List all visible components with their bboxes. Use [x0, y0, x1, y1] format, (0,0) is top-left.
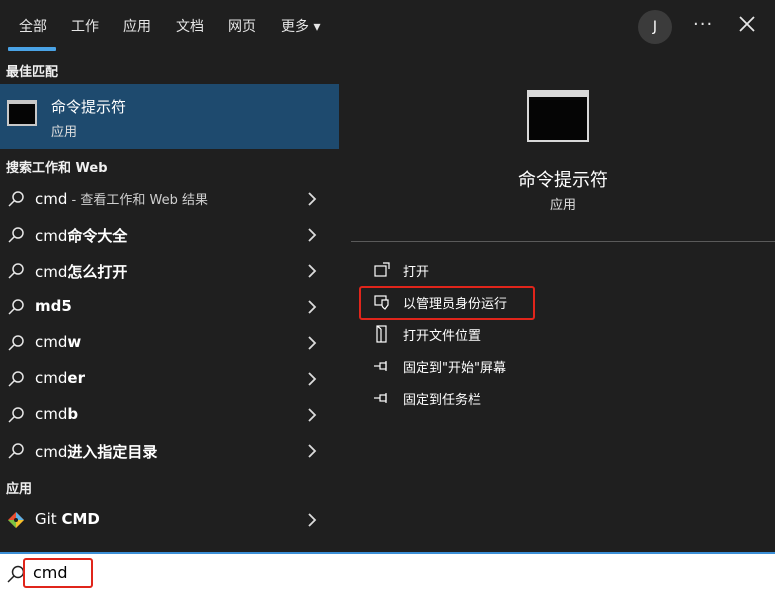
highlight-box-search [23, 558, 93, 588]
web-result-sub: - 查看工作和 Web 结果 [67, 193, 208, 208]
search-icon [8, 407, 24, 423]
web-result-prefix: cmd [35, 333, 68, 351]
app-result-bold: CMD [61, 510, 100, 528]
search-icon [8, 299, 24, 315]
chevron-right-icon[interactable] [306, 336, 318, 350]
best-match-subtitle: 应用 [51, 125, 78, 140]
web-result-item[interactable]: cmd命令大全 [0, 217, 339, 253]
web-result-bold: md5 [35, 297, 72, 315]
search-icon [8, 227, 24, 243]
close-icon[interactable] [736, 13, 758, 35]
action-pin-to-taskbar-label: 固定到任务栏 [403, 393, 482, 408]
user-avatar[interactable]: J [638, 10, 672, 44]
web-result-bold: er [67, 369, 85, 387]
app-result-git-cmd[interactable]: Git CMD [0, 502, 339, 538]
action-pin-to-start[interactable]: 固定到"开始"屏幕 [373, 355, 673, 377]
web-result-item[interactable]: cmdb [0, 397, 339, 433]
action-open-label: 打开 [403, 265, 430, 280]
web-result-item[interactable]: cmdw [0, 325, 339, 361]
web-result-prefix: cmd [35, 263, 68, 281]
pin-icon [374, 361, 387, 371]
chevron-right-icon[interactable] [306, 408, 318, 422]
tab-all[interactable]: 全部 [19, 16, 47, 36]
chevron-right-icon[interactable] [306, 444, 318, 458]
search-icon [8, 191, 24, 207]
open-icon [374, 262, 390, 277]
best-match-header: 最佳匹配 [6, 65, 59, 80]
web-result-prefix: cmd [35, 227, 68, 245]
web-result-bold: 进入指定目录 [67, 443, 158, 461]
web-result-bold: w [67, 333, 82, 351]
chevron-right-icon[interactable] [306, 228, 318, 242]
web-result-item[interactable]: md5 [0, 289, 339, 325]
web-result-item[interactable]: cmd - 查看工作和 Web 结果 [0, 181, 339, 217]
search-icon [8, 263, 24, 279]
tab-web[interactable]: 网页 [228, 16, 256, 36]
action-open-file-location-label: 打开文件位置 [403, 329, 482, 344]
web-result-prefix: cmd [35, 405, 68, 423]
highlight-box-run-as-admin [359, 286, 535, 320]
web-result-prefix: cmd [35, 443, 68, 461]
folder-icon [376, 325, 387, 343]
tab-more[interactable]: 更多 ▾ [281, 16, 320, 36]
action-open[interactable]: 打开 [373, 259, 673, 281]
preview-subtitle: 应用 [549, 198, 576, 213]
more-options-button[interactable]: ··· [693, 14, 713, 35]
results-pane: 最佳匹配 命令提示符 应用 搜索工作和 Web cmd - 查看工作和 Web … [0, 52, 339, 552]
action-open-file-location[interactable]: 打开文件位置 [373, 323, 673, 345]
action-pin-to-taskbar[interactable]: 固定到任务栏 [373, 387, 673, 409]
top-bar: 全部 工作 应用 文档 网页 更多 ▾ J ··· [0, 0, 775, 52]
web-result-item[interactable]: cmder [0, 361, 339, 397]
app-result-prefix: Git [35, 510, 62, 528]
web-result-bold: 怎么打开 [67, 263, 128, 281]
web-search-header: 搜索工作和 Web [6, 161, 108, 176]
action-pin-to-start-label: 固定到"开始"屏幕 [403, 361, 506, 376]
active-tab-indicator [8, 47, 56, 51]
tab-apps[interactable]: 应用 [123, 16, 151, 36]
tab-work[interactable]: 工作 [71, 16, 99, 36]
search-icon [8, 371, 24, 387]
search-icon [8, 335, 24, 351]
web-result-prefix: cmd [35, 369, 68, 387]
apps-header: 应用 [6, 482, 33, 497]
best-match-item[interactable]: 命令提示符 应用 [0, 84, 339, 149]
web-result-item[interactable]: cmd进入指定目录 [0, 433, 339, 469]
tab-documents[interactable]: 文档 [176, 16, 204, 36]
web-result-prefix: cmd [35, 190, 68, 208]
web-result-bold: 命令大全 [67, 227, 128, 245]
chevron-right-icon[interactable] [306, 513, 318, 527]
chevron-right-icon[interactable] [306, 192, 318, 206]
chevron-right-icon[interactable] [306, 300, 318, 314]
preview-title: 命令提示符 [518, 170, 608, 191]
web-result-item[interactable]: cmd怎么打开 [0, 253, 339, 289]
git-icon [8, 512, 24, 528]
search-bar [0, 552, 775, 597]
terminal-icon [527, 90, 589, 142]
chevron-right-icon[interactable] [306, 372, 318, 386]
terminal-icon [7, 100, 37, 126]
pin-icon [374, 393, 387, 403]
web-result-bold: b [67, 405, 79, 423]
best-match-title: 命令提示符 [51, 98, 127, 116]
chevron-right-icon[interactable] [306, 264, 318, 278]
search-icon [8, 443, 24, 459]
divider [351, 241, 775, 242]
